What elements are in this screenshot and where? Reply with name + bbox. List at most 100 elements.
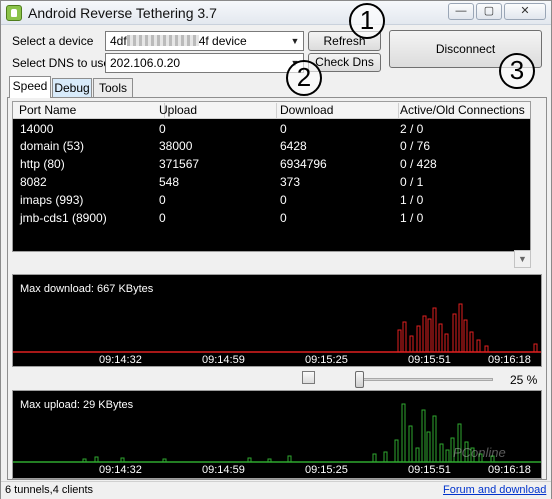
cell-port: 14000 (20, 122, 54, 136)
download-spike (427, 318, 432, 353)
cell-port: imaps (993) (20, 193, 84, 207)
upload-spike (401, 403, 406, 463)
download-time-tick: 09:14:59 (202, 354, 245, 366)
download-spike (476, 339, 481, 353)
close-button[interactable]: ✕ (504, 3, 546, 20)
dns-select[interactable]: 202.106.0.20 ▼ (105, 53, 304, 73)
cell-connections: 1 / 0 (400, 211, 424, 225)
tab-tools[interactable]: Tools (93, 78, 133, 97)
upload-time-tick: 09:15:51 (408, 464, 451, 476)
table-row[interactable]: imaps (993) 0 0 1 / 0 (13, 191, 530, 209)
upload-spike (421, 409, 426, 463)
minimize-button[interactable]: — (448, 3, 474, 20)
device-value-prefix: 4df (110, 34, 127, 48)
upload-spike (432, 415, 437, 463)
title-bar: Android Reverse Tethering 3.7 — ▢ ✕ (1, 1, 551, 25)
upload-spike (372, 453, 377, 463)
upload-spike (415, 447, 420, 463)
download-spike (397, 329, 402, 353)
download-spike (438, 323, 443, 353)
device-value-suffix: 4f device (198, 34, 247, 48)
download-spike (458, 303, 463, 353)
graph-scroll-button[interactable] (302, 371, 315, 384)
download-spike (416, 325, 421, 353)
download-spike (463, 319, 468, 353)
column-header-upload[interactable]: Upload (155, 103, 277, 118)
cell-upload: 371567 (159, 157, 200, 171)
cell-port: 8082 (20, 175, 47, 189)
download-spike (533, 343, 538, 353)
scroll-down-arrow-icon[interactable]: ▼ (514, 250, 531, 268)
upload-time-tick: 09:16:18 (488, 464, 531, 476)
download-spike (409, 335, 414, 353)
cell-connections: 0 / 1 (400, 175, 424, 189)
upload-time-tick: 09:15:25 (305, 464, 348, 476)
zoom-slider-track[interactable] (357, 378, 493, 381)
cell-upload: 0 (159, 122, 166, 136)
tab-debug[interactable]: Debug (52, 78, 92, 97)
download-time-tick: 09:15:25 (305, 354, 348, 366)
zoom-slider-thumb[interactable] (355, 371, 364, 388)
cell-download: 6428 (280, 139, 307, 153)
upload-spike (82, 458, 87, 463)
upload-spike (267, 458, 272, 463)
upload-spike (408, 425, 413, 463)
upload-spike (394, 439, 399, 463)
table-row[interactable]: http (80) 371567 6934796 0 / 428 (13, 155, 530, 173)
download-spike (452, 313, 457, 353)
table-row[interactable]: 8082 548 373 0 / 1 (13, 173, 530, 191)
download-spike (484, 345, 489, 353)
download-time-tick: 09:16:18 (488, 354, 531, 366)
zoom-value: 25 % (510, 373, 538, 387)
tab-speed[interactable]: Speed (9, 76, 51, 98)
device-select[interactable]: 4df 4f device ▼ (105, 31, 304, 51)
table-header: Port Name Upload Download Active/Old Con… (13, 102, 530, 119)
device-label: Select a device (12, 34, 94, 48)
callout-2: 2 (286, 60, 322, 96)
upload-graph-label: Max upload: 29 KBytes (20, 399, 134, 411)
app-window: Android Reverse Tethering 3.7 — ▢ ✕ Sele… (0, 0, 552, 499)
column-header-port-name[interactable]: Port Name (15, 103, 165, 118)
callout-1: 1 (349, 3, 385, 39)
upload-spike (439, 443, 444, 463)
window-title: Android Reverse Tethering 3.7 (28, 5, 217, 21)
upload-time-tick: 09:14:32 (99, 464, 142, 476)
table-row[interactable]: jmb-cds1 (8900) 0 0 1 / 0 (13, 209, 530, 227)
upload-spike (445, 449, 450, 463)
table-row[interactable]: 14000 0 0 2 / 0 (13, 120, 530, 138)
dns-label: Select DNS to use (12, 56, 111, 70)
table-row[interactable]: domain (53) 38000 6428 0 / 76 (13, 137, 530, 155)
download-spike (444, 333, 449, 353)
status-text: 6 tunnels,4 clients (5, 484, 94, 496)
chevron-down-icon: ▼ (290, 36, 300, 46)
callout-3: 3 (499, 53, 535, 89)
download-time-tick: 09:15:51 (408, 354, 451, 366)
table-horizontal-scrollbar[interactable] (12, 253, 514, 268)
status-bar: 6 tunnels,4 clients Forum and download (1, 481, 551, 499)
column-header-connections[interactable]: Active/Old Connections (396, 103, 530, 118)
cell-connections: 2 / 0 (400, 122, 424, 136)
column-header-download[interactable]: Download (276, 103, 399, 118)
download-graph-label: Max download: 667 KBytes (20, 283, 154, 295)
forum-link[interactable]: Forum and download (443, 484, 546, 496)
cell-connections: 0 / 76 (400, 139, 431, 153)
cell-download: 0 (280, 193, 287, 207)
dns-value: 202.106.0.20 (110, 56, 181, 70)
download-spike (469, 331, 474, 353)
cell-connections: 1 / 0 (400, 193, 424, 207)
download-spike (432, 307, 437, 353)
upload-spike (162, 458, 167, 463)
cell-upload: 0 (159, 193, 166, 207)
watermark: PConline (453, 445, 506, 460)
cell-port: http (80) (20, 157, 65, 171)
download-spike (402, 321, 407, 353)
upload-spike (383, 451, 388, 463)
maximize-button[interactable]: ▢ (476, 3, 502, 20)
cell-upload: 548 (159, 175, 180, 189)
cell-upload: 38000 (159, 139, 193, 153)
cell-download: 373 (280, 175, 301, 189)
download-graph: Max download: 667 KBytes 09:14:32 09:14:… (12, 274, 542, 367)
cell-download: 0 (280, 211, 287, 225)
download-time-tick: 09:14:32 (99, 354, 142, 366)
upload-spike (287, 455, 292, 463)
